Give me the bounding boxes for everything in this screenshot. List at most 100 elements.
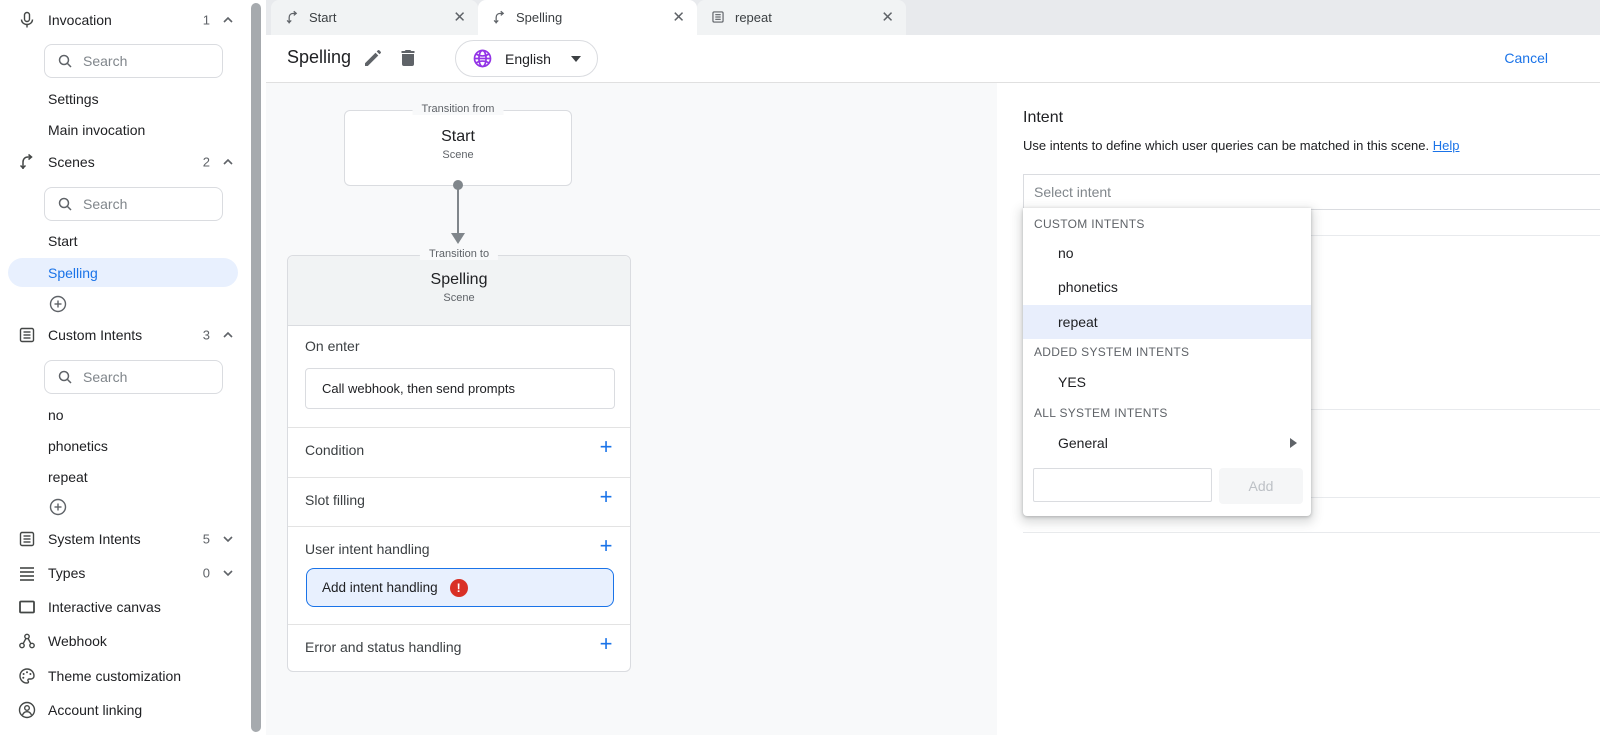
intent-doc-icon [711, 10, 726, 25]
sidebar-item-start[interactable]: Start [0, 227, 248, 255]
panel-divider [1023, 532, 1600, 533]
delete-icon[interactable] [397, 47, 419, 69]
intent-doc-icon [18, 530, 36, 548]
globe-icon [472, 48, 493, 69]
chevron-up-icon[interactable] [222, 156, 234, 168]
sidebar-item-phonetics[interactable]: phonetics [0, 432, 248, 460]
tab-strip: Start ✕ Spelling ✕ repeat ✕ [266, 0, 1600, 35]
select-intent-field[interactable] [1023, 174, 1600, 210]
slot-filling-section: Slot filling + [288, 477, 630, 526]
custom-intents-search-input[interactable] [83, 369, 203, 385]
new-intent-input[interactable] [1033, 468, 1212, 502]
on-enter-value: Call webhook, then send prompts [322, 381, 515, 396]
scene-icon [492, 10, 507, 25]
sidebar-item-types[interactable]: Types 0 [0, 559, 248, 587]
scenes-icon [18, 153, 36, 171]
add-intent-icon[interactable] [49, 498, 67, 516]
submenu-arrow-icon [1290, 438, 1297, 448]
search-icon [57, 53, 73, 69]
close-icon[interactable]: ✕ [881, 10, 894, 25]
types-icon [18, 564, 36, 582]
dropdown-option-general[interactable]: General [1023, 426, 1311, 460]
sidebar-item-account-linking[interactable]: Account linking [0, 696, 248, 724]
sidebar-item-main-invocation[interactable]: Main invocation [0, 116, 248, 144]
help-link[interactable]: Help [1433, 138, 1460, 153]
condition-section: Condition + [288, 427, 630, 477]
custom-intents-search[interactable] [44, 360, 223, 394]
scene-card-subtitle: Scene [288, 292, 630, 304]
chevron-up-icon[interactable] [222, 14, 234, 26]
search-icon [57, 196, 73, 212]
cancel-button[interactable]: Cancel [1504, 50, 1548, 66]
tab-spelling[interactable]: Spelling ✕ [478, 0, 697, 35]
spelling-scene-card: Transition to Spelling Scene On enter Ca… [287, 255, 631, 672]
error-icon: ! [450, 579, 468, 597]
invocation-search[interactable] [44, 44, 223, 78]
add-condition-button[interactable]: + [596, 437, 616, 457]
error-status-handling-section: Error and status handling + [288, 624, 630, 672]
dropdown-option-repeat[interactable]: repeat [1023, 305, 1311, 339]
sidebar-item-interactive-canvas[interactable]: Interactive canvas [0, 593, 248, 621]
sidebar-item-custom-intents[interactable]: Custom Intents 3 [0, 321, 248, 349]
add-button[interactable]: Add [1219, 468, 1303, 504]
intent-dropdown: CUSTOM INTENTS no phonetics repeat ADDED… [1023, 208, 1311, 516]
sidebar: Invocation 1 Settings Main invocation Sc… [0, 0, 248, 735]
intent-doc-icon [18, 326, 36, 344]
canvas-icon [18, 598, 36, 616]
page-title: Spelling [287, 47, 351, 68]
panel-description: Use intents to define which user queries… [1023, 138, 1460, 153]
language-selector[interactable]: English [455, 40, 598, 77]
sidebar-item-system-intents[interactable]: System Intents 5 [0, 525, 248, 553]
sidebar-item-spelling-selected[interactable]: Spelling [8, 258, 238, 287]
content-area: Transition from Start Scene Transition t… [266, 83, 1600, 735]
connector-line [457, 188, 459, 234]
added-system-intents-group-header: ADDED SYSTEM INTENTS [1034, 338, 1189, 366]
panel-title: Intent [1023, 109, 1063, 127]
select-intent-input[interactable] [1024, 175, 1600, 209]
start-card-subtitle: Scene [345, 149, 571, 161]
close-icon[interactable]: ✕ [453, 10, 466, 25]
start-scene-card[interactable]: Transition from Start Scene [344, 110, 572, 186]
caret-down-icon [571, 56, 581, 62]
sidebar-item-scenes[interactable]: Scenes 2 [0, 148, 248, 176]
custom-intents-group-header: CUSTOM INTENTS [1034, 210, 1145, 238]
add-error-handling-button[interactable]: + [596, 634, 616, 654]
invocation-search-input[interactable] [83, 53, 203, 69]
chevron-up-icon[interactable] [222, 329, 234, 341]
add-scene-icon[interactable] [49, 295, 67, 313]
on-enter-action[interactable]: Call webhook, then send prompts [305, 368, 615, 409]
dropdown-option-no[interactable]: no [1023, 236, 1311, 270]
dropdown-option-phonetics[interactable]: phonetics [1023, 270, 1311, 304]
microphone-icon [18, 11, 36, 29]
add-user-intent-button[interactable]: + [596, 536, 616, 556]
palette-icon [18, 667, 36, 685]
dropdown-option-yes[interactable]: YES [1023, 365, 1311, 399]
transition-to-label: Transition to [420, 248, 498, 260]
sidebar-item-invocation[interactable]: Invocation 1 [0, 6, 248, 34]
spelling-scene-card-header[interactable]: Transition to Spelling Scene [288, 256, 630, 326]
sidebar-scrollbar[interactable] [251, 3, 261, 732]
sidebar-item-repeat[interactable]: repeat [0, 463, 248, 491]
scene-header: Spelling English Cancel [266, 35, 1600, 83]
sidebar-item-settings[interactable]: Settings [0, 85, 248, 113]
tab-repeat[interactable]: repeat ✕ [697, 0, 906, 35]
chevron-down-icon[interactable] [222, 533, 234, 545]
account-icon [18, 701, 36, 719]
on-enter-label: On enter [305, 338, 359, 354]
user-intent-handling-section: User intent handling + Add intent handli… [288, 526, 630, 624]
edit-icon[interactable] [362, 47, 384, 69]
scene-card-title: Spelling [288, 271, 630, 289]
scenes-search-input[interactable] [83, 196, 203, 212]
all-system-intents-group-header: ALL SYSTEM INTENTS [1034, 399, 1168, 427]
close-icon[interactable]: ✕ [672, 10, 685, 25]
add-intent-handling-item[interactable]: Add intent handling ! [306, 568, 614, 607]
scenes-search[interactable] [44, 187, 223, 221]
tab-start[interactable]: Start ✕ [271, 0, 478, 35]
add-slot-button[interactable]: + [596, 487, 616, 507]
chevron-down-icon[interactable] [222, 567, 234, 579]
sidebar-item-theme-customization[interactable]: Theme customization [0, 662, 248, 690]
sidebar-item-no[interactable]: no [0, 401, 248, 429]
webhook-icon [18, 632, 36, 650]
sidebar-item-webhook[interactable]: Webhook [0, 627, 248, 655]
search-icon [57, 369, 73, 385]
